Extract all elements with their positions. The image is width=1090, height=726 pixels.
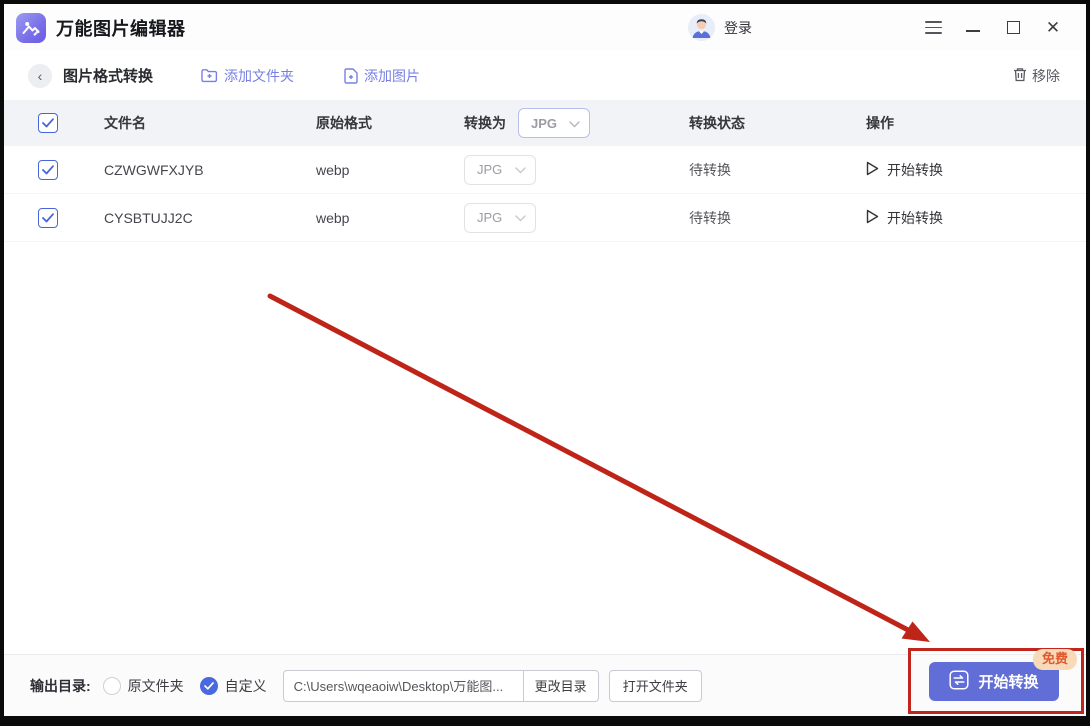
trash-icon [1013, 67, 1027, 85]
back-icon: ‹ [37, 67, 43, 84]
row-format-select[interactable]: JPG [464, 202, 536, 233]
table-row: CZWGWFXJYB webp JPG 待转换 开始转换 [4, 146, 1086, 194]
file-format: webp [316, 161, 350, 178]
row-checkbox[interactable] [38, 159, 58, 180]
play-icon [866, 209, 879, 227]
page-title: 图片格式转换 [63, 68, 154, 85]
titlebar-controls: 登录 ✕ [688, 14, 1070, 42]
table-row: CYSBTUJJ2C webp JPG 待转换 开始转换 [4, 194, 1086, 242]
menu-icon[interactable] [916, 14, 950, 42]
header-status: 转换状态 [689, 115, 745, 131]
convert-status: 待转换 [689, 209, 731, 226]
radio-original-folder[interactable]: 原文件夹 [102, 676, 184, 696]
radio-custom[interactable]: 自定义 [199, 676, 267, 696]
folder-plus-icon [201, 68, 218, 83]
global-format-value: JPG [531, 115, 558, 131]
radio-custom-label: 自定义 [224, 677, 267, 694]
output-dir-label: 输出目录: [30, 677, 91, 694]
row-start-convert-button[interactable]: 开始转换 [866, 160, 943, 180]
row-format-select[interactable]: JPG [464, 154, 536, 185]
add-image-button[interactable]: 添加图片 [344, 66, 420, 86]
add-folder-button[interactable]: 添加文件夹 [201, 66, 294, 86]
free-badge: 免费 [1032, 649, 1077, 670]
maximize-button[interactable] [996, 14, 1030, 42]
chevron-down-icon [515, 162, 526, 177]
minimize-button[interactable] [956, 14, 990, 42]
toolbar: ‹ 图片格式转换 添加文件夹 添加图片 移除 [4, 51, 1086, 100]
titlebar: 万能图片编辑器 登录 ✕ [4, 4, 1086, 51]
file-plus-icon [344, 67, 358, 84]
user-avatar-icon [688, 14, 715, 41]
header-operation: 操作 [866, 115, 894, 131]
remove-button[interactable]: 移除 [1013, 66, 1060, 86]
app-title: 万能图片编辑器 [56, 18, 186, 39]
window-content: 万能图片编辑器 登录 ✕ ‹ 图片格式转换 添加文件夹 添加图片 移除 文件名 … [4, 4, 1086, 716]
chevron-down-icon [515, 210, 526, 225]
row-format-value: JPG [477, 162, 503, 177]
file-name: CYSBTUJJ2C [104, 209, 193, 226]
chevron-down-icon [569, 116, 580, 131]
row-checkbox[interactable] [38, 207, 58, 228]
change-dir-button[interactable]: 更改目录 [522, 669, 599, 702]
back-button[interactable]: ‹ [28, 63, 52, 88]
convert-status: 待转换 [689, 161, 731, 178]
login-label: 登录 [724, 19, 752, 36]
convert-transfer-icon [949, 669, 970, 694]
header-original-format: 原始格式 [316, 115, 372, 131]
close-icon: ✕ [1045, 18, 1061, 37]
file-format: webp [316, 209, 350, 226]
global-format-select[interactable]: JPG [518, 108, 590, 138]
remove-label: 移除 [1032, 67, 1060, 84]
start-convert-label: 开始转换 [978, 674, 1039, 691]
app-logo-icon [16, 12, 46, 43]
row-format-value: JPG [477, 210, 503, 225]
login-button[interactable]: 登录 [688, 14, 752, 41]
add-folder-label: 添加文件夹 [224, 67, 295, 84]
close-button[interactable]: ✕ [1036, 14, 1070, 42]
content-area [4, 242, 1086, 654]
header-filename: 文件名 [104, 115, 146, 131]
radio-unchecked-icon [102, 676, 121, 695]
row-start-convert-label: 开始转换 [887, 209, 943, 226]
radio-original-label: 原文件夹 [127, 677, 184, 694]
row-start-convert-label: 开始转换 [887, 161, 943, 178]
add-image-label: 添加图片 [364, 67, 421, 84]
output-path-group: 更改目录 [282, 669, 599, 702]
radio-checked-icon [199, 676, 218, 695]
table-header: 文件名 原始格式 转换为 JPG 转换状态 操作 [4, 100, 1086, 146]
file-name: CZWGWFXJYB [104, 161, 204, 178]
header-convert-to: 转换为 [464, 115, 506, 131]
row-start-convert-button[interactable]: 开始转换 [866, 208, 943, 228]
app-window: 万能图片编辑器 登录 ✕ ‹ 图片格式转换 添加文件夹 添加图片 移除 文件名 … [0, 0, 1090, 726]
open-folder-button[interactable]: 打开文件夹 [608, 669, 702, 702]
play-icon [866, 161, 879, 179]
output-path-input[interactable] [282, 669, 523, 702]
select-all-checkbox[interactable] [38, 113, 58, 133]
start-convert-group: 开始转换 免费 [908, 648, 1084, 714]
